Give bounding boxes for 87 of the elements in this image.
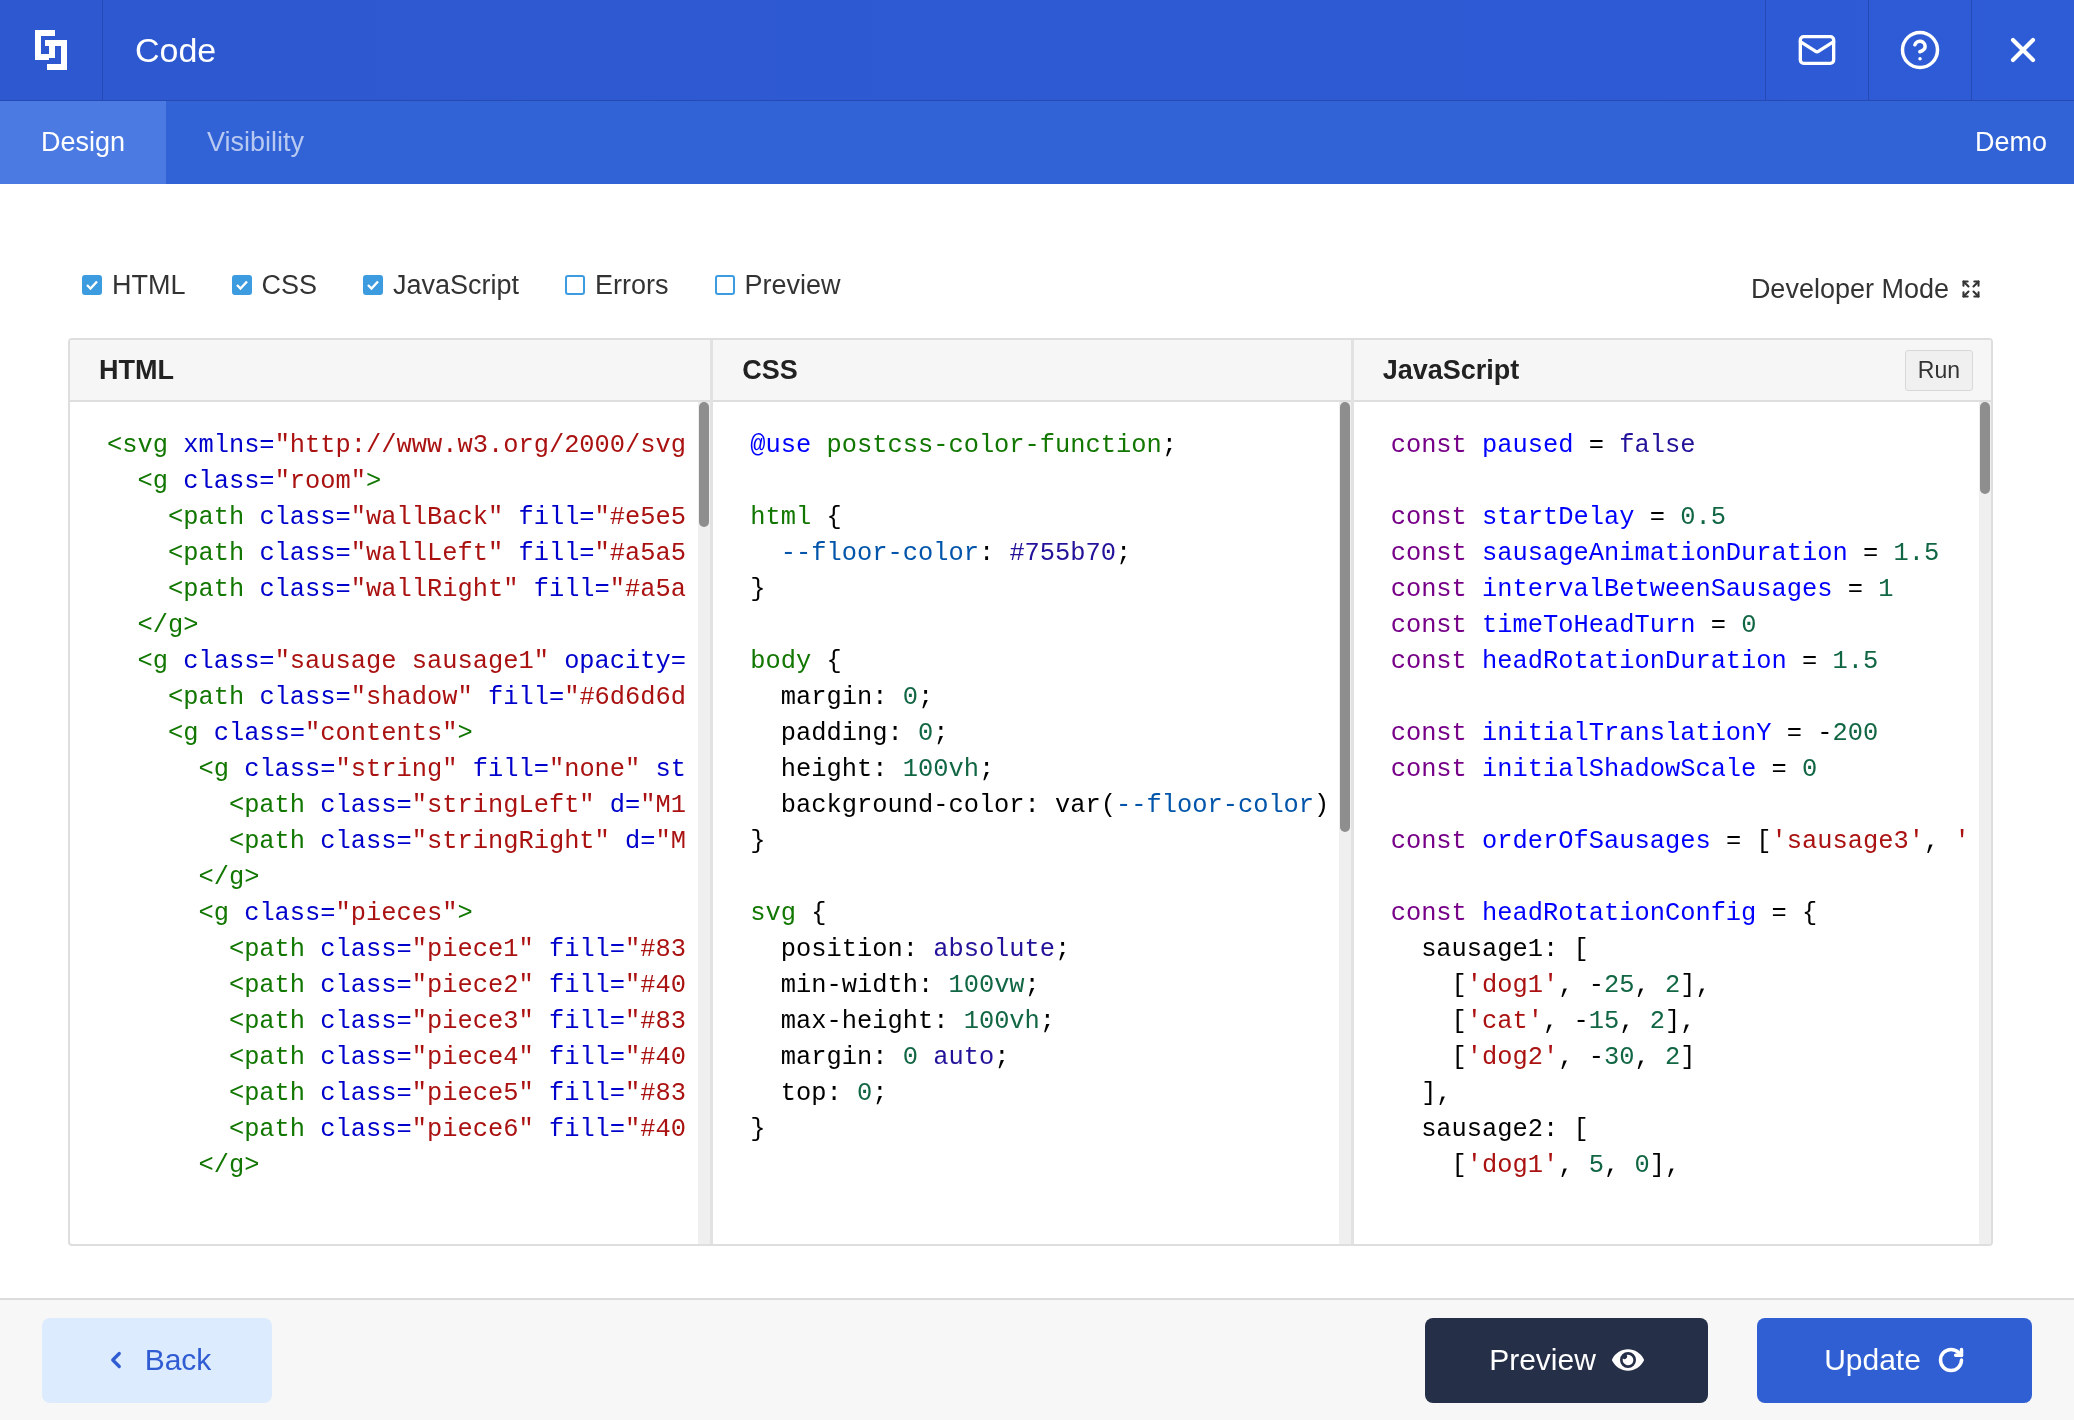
code-line: </g> xyxy=(197,862,260,894)
pane-title: JavaScript xyxy=(1382,354,1520,386)
code-line: const startDelay = 0.5 xyxy=(1390,502,1726,534)
code-line: ['dog1', -25, 2], xyxy=(1450,970,1711,1002)
code-line: ], xyxy=(1420,1078,1452,1110)
code-line: const intervalBetweenSausages = 1 xyxy=(1390,574,1894,606)
code-line: const initialTranslationY = -200 xyxy=(1390,718,1879,750)
check-icon xyxy=(85,278,99,292)
code-line: const initialShadowScale = 0 xyxy=(1390,754,1818,786)
code-line: <path class="shadow" fill="#6d6d6d xyxy=(166,682,687,714)
preview-button[interactable]: Preview xyxy=(1425,1317,1708,1403)
code-line: </g> xyxy=(197,1150,260,1182)
code-line: padding: 0; xyxy=(779,718,949,750)
code-line: @use postcss-color-function; xyxy=(750,430,1177,462)
pane-title: HTML xyxy=(99,354,174,386)
checkbox[interactable] xyxy=(565,275,586,295)
scrollbar-thumb[interactable] xyxy=(1339,402,1350,832)
code-line: <g class="string" fill="none" st xyxy=(197,754,687,786)
code-line: body { xyxy=(750,646,842,678)
code-line: svg { xyxy=(750,898,827,930)
checkbox-label: HTML xyxy=(112,269,186,301)
code-line: </g> xyxy=(136,610,199,642)
code-line: <path class="stringRight" d="M xyxy=(227,826,687,858)
demo-label: Demo xyxy=(1974,127,2048,158)
code-line: <path class="piece4" fill="#40 xyxy=(227,1042,687,1074)
update-button[interactable]: Update xyxy=(1757,1317,2032,1403)
checkbox-label: Preview xyxy=(744,269,841,301)
code-line: <path class="piece3" fill="#83 xyxy=(227,1006,687,1038)
developer-mode-button[interactable]: Developer Mode xyxy=(1750,273,1993,305)
code-line: sausage1: [ xyxy=(1420,934,1589,966)
code-line: <path class="piece2" fill="#40 xyxy=(227,970,687,1002)
checkbox[interactable] xyxy=(363,275,384,295)
expand-icon xyxy=(1961,279,1981,299)
checkbox[interactable] xyxy=(231,275,252,295)
tab[interactable]: Visibility xyxy=(166,101,346,184)
code-line: html { xyxy=(750,502,842,534)
code-line: height: 100vh; xyxy=(779,754,995,786)
code-line: const orderOfSausages = ['sausage3', ' xyxy=(1390,826,1970,858)
code-line: const paused = false xyxy=(1390,430,1696,462)
code-line: max-height: 100vh; xyxy=(779,1006,1056,1038)
code-line: background-color: var(--floor-color) xyxy=(779,790,1330,822)
code-line: const headRotationConfig = { xyxy=(1390,898,1818,930)
code-line: min-width: 100vw; xyxy=(779,970,1040,1002)
window-title: Code xyxy=(135,30,217,70)
code-line: } xyxy=(750,826,766,858)
code-line: } xyxy=(750,1114,766,1146)
logo-icon xyxy=(33,28,69,72)
code-line: const headRotationDuration = 1.5 xyxy=(1390,646,1879,678)
check-icon xyxy=(234,278,249,292)
code-line: <path class="stringLeft" d="M1 xyxy=(227,790,687,822)
code-line: const sausageAnimationDuration = 1.5 xyxy=(1390,538,1940,570)
code-line: sausage2: [ xyxy=(1420,1114,1589,1146)
pane-title: CSS xyxy=(742,354,798,386)
code-line: ['cat', -15, 2], xyxy=(1450,1006,1696,1038)
scrollbar-thumb[interactable] xyxy=(1980,402,1990,494)
refresh-icon xyxy=(1936,1346,1965,1374)
code-line: <path class="piece6" fill="#40 xyxy=(227,1114,687,1146)
check-icon xyxy=(366,278,381,292)
code-line: const timeToHeadTurn = 0 xyxy=(1390,610,1757,642)
code-line: <g class="pieces"> xyxy=(197,898,473,930)
code-line: <g class="sausage sausage1" opacity= xyxy=(136,646,687,678)
code-line: ['dog1', 5, 0], xyxy=(1450,1150,1681,1182)
scrollbar-thumb[interactable] xyxy=(699,402,710,527)
checkbox[interactable] xyxy=(714,275,735,295)
code-line: } xyxy=(750,574,766,606)
code-line: margin: 0; xyxy=(779,682,934,714)
code-line: position: absolute; xyxy=(779,934,1071,966)
code-line: --floor-color: #755b70; xyxy=(779,538,1132,570)
code-line: ['dog2', -30, 2] xyxy=(1450,1042,1696,1074)
code-line: <path class="wallBack" fill="#e5e5 xyxy=(166,502,687,534)
checkbox-label: JavaScript xyxy=(393,269,520,301)
tab[interactable]: Design xyxy=(0,101,167,184)
run-button[interactable]: Run xyxy=(1904,349,1973,391)
code-line: <path class="piece1" fill="#83 xyxy=(227,934,687,966)
back-button[interactable]: Back xyxy=(42,1317,272,1403)
code-line: <svg xmlns="http://www.w3.org/2000/svg xyxy=(107,430,687,462)
help-icon xyxy=(1899,29,1941,71)
code-line: <g class="room"> xyxy=(136,466,382,498)
code-line: <path class="wallLeft" fill="#a5a5 xyxy=(166,538,687,570)
code-line: <path class="piece5" fill="#83 xyxy=(227,1078,687,1110)
checkbox-label: CSS xyxy=(261,269,318,301)
code-line: margin: 0 auto; xyxy=(779,1042,1010,1074)
checkbox[interactable] xyxy=(82,275,102,295)
code-line: top: 0; xyxy=(779,1078,888,1110)
code-line: <path class="wallRight" fill="#a5a xyxy=(166,574,687,606)
code-line: <g class="contents"> xyxy=(166,718,473,750)
checkbox-label: Errors xyxy=(595,269,669,301)
